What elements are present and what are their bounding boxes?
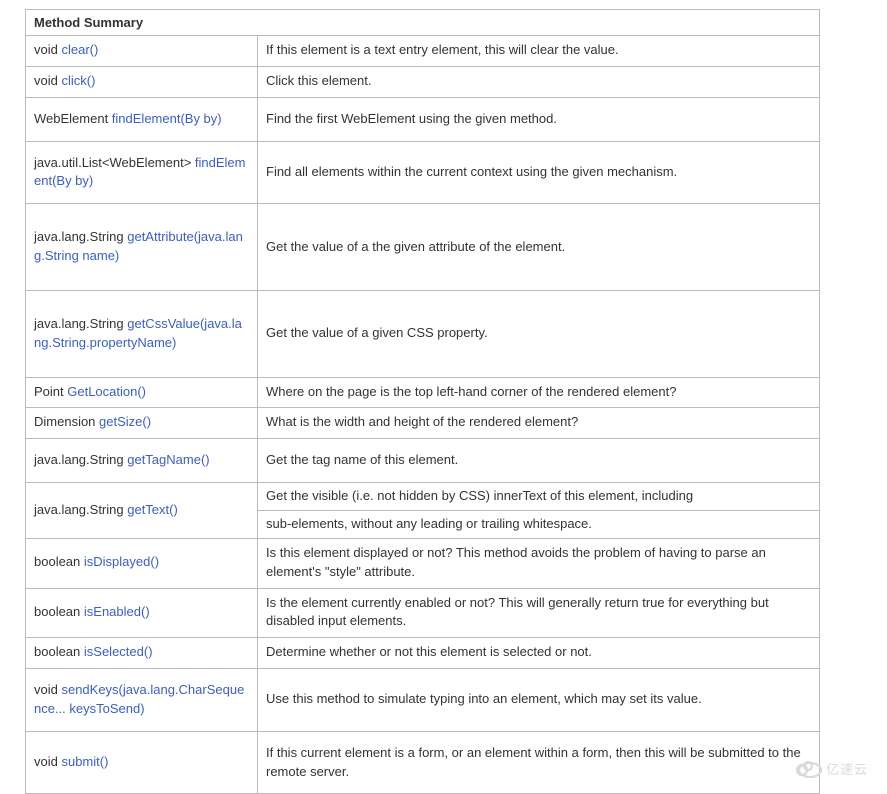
- method-link-submit[interactable]: submit(): [61, 754, 108, 769]
- method-link-isdisplayed[interactable]: isDisplayed(): [84, 554, 159, 569]
- method-link-gettagname[interactable]: getTagName(): [127, 452, 209, 467]
- return-type: void: [34, 73, 61, 88]
- table-row: java.lang.String getText() Get the visib…: [26, 483, 820, 511]
- method-summary-table: Method Summary void clear() If this elem…: [25, 9, 820, 794]
- table-row: boolean isSelected() Determine whether o…: [26, 638, 820, 669]
- method-link-getlocation[interactable]: GetLocation(): [67, 384, 146, 399]
- method-description: Use this method to simulate typing into …: [258, 669, 820, 732]
- method-description: Is the element currently enabled or not?…: [258, 588, 820, 638]
- method-description: sub-elements, without any leading or tra…: [258, 510, 820, 538]
- return-type: boolean: [34, 604, 84, 619]
- table-row: java.lang.String getCssValue(java.lang.S…: [26, 290, 820, 377]
- method-description: Click this element.: [258, 66, 820, 97]
- return-type: Point: [34, 384, 67, 399]
- method-link-findelement[interactable]: findElement(By by): [112, 111, 222, 126]
- return-type: void: [34, 682, 61, 697]
- table-row: void sendKeys(java.lang.CharSequence... …: [26, 669, 820, 732]
- method-link-isselected[interactable]: isSelected(): [84, 644, 153, 659]
- return-type: java.lang.String: [34, 229, 127, 244]
- table-row: void submit() If this current element is…: [26, 731, 820, 794]
- method-description: If this element is a text entry element,…: [258, 36, 820, 67]
- return-type: boolean: [34, 554, 84, 569]
- method-link-gettext[interactable]: getText(): [127, 502, 178, 517]
- cloud-icon: [792, 758, 824, 778]
- return-type: Dimension: [34, 414, 99, 429]
- return-type: boolean: [34, 644, 84, 659]
- method-link-sendkeys[interactable]: sendKeys(java.lang.CharSequence... keysT…: [34, 682, 244, 716]
- table-row: java.lang.String getAttribute(java.lang.…: [26, 204, 820, 291]
- method-description: Get the value of a the given attribute o…: [258, 204, 820, 291]
- method-description: If this current element is a form, or an…: [258, 731, 820, 794]
- method-description: Find the first WebElement using the give…: [258, 97, 820, 141]
- method-link-isenabled[interactable]: isEnabled(): [84, 604, 150, 619]
- method-description: What is the width and height of the rend…: [258, 408, 820, 439]
- method-link-click[interactable]: click(): [61, 73, 95, 88]
- watermark-text: 亿速云: [826, 759, 868, 778]
- table-row: Dimension getSize() What is the width an…: [26, 408, 820, 439]
- table-row: void click() Click this element.: [26, 66, 820, 97]
- return-type: java.lang.String: [34, 316, 127, 331]
- table-row: void clear() If this element is a text e…: [26, 36, 820, 67]
- method-description: Get the tag name of this element.: [258, 439, 820, 483]
- method-description: Where on the page is the top left-hand c…: [258, 377, 820, 408]
- table-row: java.lang.String getTagName() Get the ta…: [26, 439, 820, 483]
- return-type: WebElement: [34, 111, 112, 126]
- watermark: 亿速云: [792, 758, 868, 778]
- table-row: Point GetLocation() Where on the page is…: [26, 377, 820, 408]
- method-link-clear[interactable]: clear(): [61, 42, 98, 57]
- method-description: Determine whether or not this element is…: [258, 638, 820, 669]
- return-type: void: [34, 754, 61, 769]
- method-description: Get the value of a given CSS property.: [258, 290, 820, 377]
- table-row: java.util.List<WebElement> findElement(B…: [26, 141, 820, 204]
- return-type: java.lang.String: [34, 452, 127, 467]
- method-link-getsize[interactable]: getSize(): [99, 414, 151, 429]
- return-type: java.lang.String: [34, 502, 127, 517]
- method-description: Is this element displayed or not? This m…: [258, 538, 820, 588]
- table-row: boolean isEnabled() Is the element curre…: [26, 588, 820, 638]
- return-type: void: [34, 42, 61, 57]
- table-row: WebElement findElement(By by) Find the f…: [26, 97, 820, 141]
- return-type: java.util.List<WebElement>: [34, 155, 195, 170]
- method-description: Find all elements within the current con…: [258, 141, 820, 204]
- method-description: Get the visible (i.e. not hidden by CSS)…: [258, 483, 820, 511]
- table-header: Method Summary: [26, 10, 820, 36]
- table-row: boolean isDisplayed() Is this element di…: [26, 538, 820, 588]
